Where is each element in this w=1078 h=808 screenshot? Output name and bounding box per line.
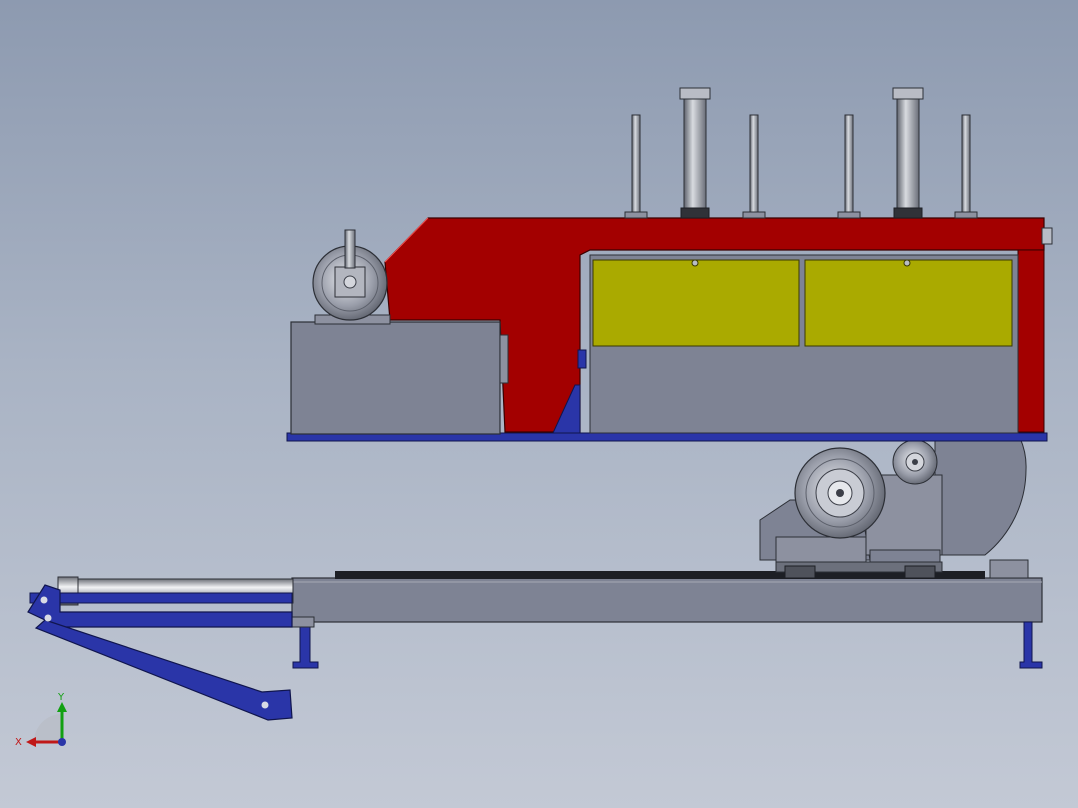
z-axis-dot (58, 738, 66, 746)
x-axis-label: X (15, 737, 22, 748)
base-feet (291, 616, 1043, 669)
pulley (892, 439, 938, 485)
triad-plane-icon (34, 714, 62, 742)
hydraulic-cylinder (29, 576, 294, 606)
guide-rods (624, 114, 978, 219)
top-motor (312, 229, 388, 321)
y-axis-label: Y (57, 692, 65, 703)
saw-machine-drawing: Y X (15, 87, 1053, 748)
coordinate-triad[interactable]: Y X (15, 692, 67, 748)
motor (794, 447, 886, 539)
gearbox-housing (290, 314, 509, 435)
cad-viewport[interactable]: Y X (0, 0, 1078, 808)
vertical-cylinders (679, 87, 924, 219)
